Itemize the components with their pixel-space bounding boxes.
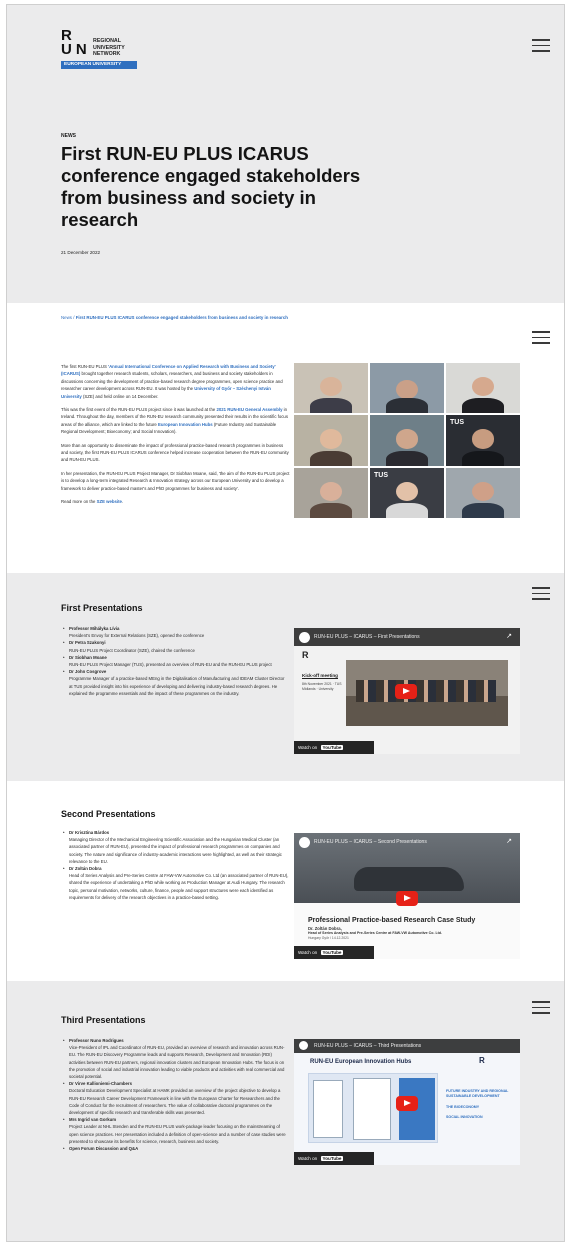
third-presentations-section: Third Presentations Professor Nuno Rodri… <box>7 981 564 1241</box>
tus-label: TUS <box>374 471 388 479</box>
list-item: Dr Krisztina BárdosManaging Director of … <box>61 829 289 865</box>
share-icon[interactable]: ↗ <box>506 632 512 640</box>
run-eu-logo[interactable]: R UN REGIONAL UNIVERSITY NETWORK EUROPEA… <box>61 27 137 69</box>
list-item: Dr Zoltán DobraHead of Series Analysis a… <box>61 865 289 901</box>
channel-avatar[interactable] <box>299 632 310 643</box>
watch-on-youtube[interactable]: Watch on YouTube <box>294 946 374 959</box>
participant-tile: TUS <box>446 415 520 466</box>
article-category: NEWS <box>61 133 76 139</box>
participant-tile <box>294 415 368 466</box>
list-item: Professor Mihályka LíviaPresident's Envo… <box>61 625 289 639</box>
logo-wordmark: REGIONAL UNIVERSITY NETWORK <box>93 38 125 57</box>
participant-tile <box>370 363 444 414</box>
video-title[interactable]: RUN-EU PLUS – ICARUS – Third Presentatio… <box>314 1043 421 1049</box>
participant-tile <box>294 467 368 518</box>
share-icon[interactable]: ↗ <box>506 837 512 845</box>
slide-title: RUN-EU European Innovation Hubs <box>310 1059 412 1065</box>
section-title: Third Presentations <box>61 1015 146 1025</box>
breadcrumb-current: First RUN-EU PLUS ICARUS conference enga… <box>75 315 288 320</box>
section-title: Second Presentations <box>61 809 156 819</box>
play-button[interactable] <box>395 684 417 699</box>
video-embed[interactable]: RUN-EU PLUS – ICARUS – Second Presentati… <box>294 833 520 959</box>
paragraph: This was the first event of the RUN-EU P… <box>61 407 288 435</box>
breadcrumb: News / First RUN-EU PLUS ICARUS conferen… <box>61 315 288 320</box>
paragraph: In her presentation, the RUN-EU PLUS Pro… <box>61 470 290 491</box>
case-study-title: Professional Practice-based Research Cas… <box>308 917 476 924</box>
video-title[interactable]: RUN-EU PLUS – ICARUS – Second Presentati… <box>314 839 427 845</box>
watch-on-youtube[interactable]: Watch on YouTube <box>294 1152 374 1165</box>
participant-tile <box>446 467 520 518</box>
list-item: Dr Petra SzakonyiRUN-EU PLUS Project Coo… <box>61 639 289 653</box>
channel-avatar[interactable] <box>299 1041 308 1050</box>
play-button[interactable] <box>396 1096 418 1111</box>
participant-tile <box>370 415 444 466</box>
conference-screenshot: TUS TUS <box>294 363 520 518</box>
slide-logo: R <box>479 1056 485 1065</box>
case-study-date: Hungary Győr / 14.12.2021 <box>308 936 349 940</box>
hub-bioeconomy: THE BIOECONOMY <box>446 1105 480 1109</box>
speaker-list: Professor Mihályka LíviaPresident's Envo… <box>61 625 289 697</box>
hamburger-icon[interactable] <box>532 1001 550 1014</box>
article-date: 21 December 2022 <box>61 250 101 255</box>
logo-letters: R UN <box>61 27 91 58</box>
list-item: Dr Virve Kallioniemi-ChambersDoctoral Ed… <box>61 1080 289 1116</box>
video-embed[interactable]: RUN-EU PLUS – ICARUS – First Presentatio… <box>294 628 520 754</box>
paragraph: More than an opportunity to disseminate … <box>61 442 289 463</box>
kickoff-subtitle: 8th November 2021 · TUS Midlands · Unive… <box>302 682 342 691</box>
watch-on-youtube[interactable]: Watch on YouTube <box>294 741 374 754</box>
sze-website-link[interactable]: SZE website <box>97 499 122 504</box>
participant-tile <box>294 363 368 414</box>
hamburger-icon[interactable] <box>532 331 550 344</box>
breadcrumb-home-link[interactable]: News <box>61 315 72 320</box>
video-embed[interactable]: RUN-EU PLUS – ICARUS – Third Presentatio… <box>294 1039 520 1165</box>
article-body: The first RUN-EU PLUS 'Annual Internatio… <box>61 363 291 512</box>
speaker-list: Professor Nuno RodriguesVice-President o… <box>61 1037 289 1152</box>
section-title: First Presentations <box>61 603 143 613</box>
page: R UN REGIONAL UNIVERSITY NETWORK EUROPEA… <box>6 4 565 1242</box>
logo-tagline: EUROPEAN UNIVERSITY <box>61 60 137 69</box>
list-item: Dr Siobhan MoaneRUN-EU PLUS Project Mana… <box>61 654 289 668</box>
list-item: Dr John CosgroveProgramme Manager of a p… <box>61 668 289 697</box>
participant-tile <box>446 363 520 414</box>
paragraph: The first RUN-EU PLUS 'Annual Internatio… <box>61 364 283 399</box>
paragraph: Read more on the SZE website. <box>61 499 124 505</box>
hub-future-industry: FUTURE INDUSTRY AND REGIONAL SUSTAINABLE… <box>446 1089 509 1098</box>
list-item: Mrs Ingrid van GorkumProject Leader at N… <box>61 1116 289 1145</box>
video-logo: R <box>302 650 309 660</box>
list-item: Open Forum Discussion and Q&A <box>61 1145 289 1152</box>
participant-tile: TUS <box>370 467 444 518</box>
channel-avatar[interactable] <box>299 837 310 848</box>
list-item: Professor Nuno RodriguesVice-President o… <box>61 1037 289 1080</box>
hamburger-icon[interactable] <box>532 39 550 52</box>
kickoff-heading: Kick-off meeting <box>302 673 338 678</box>
hamburger-icon[interactable] <box>532 587 550 600</box>
group-photo <box>346 660 508 726</box>
intro-section: News / First RUN-EU PLUS ICARUS conferen… <box>7 303 564 573</box>
second-presentations-section: Second Presentations Dr Krisztina Bárdos… <box>7 781 564 981</box>
speaker-list: Dr Krisztina BárdosManaging Director of … <box>61 829 289 901</box>
first-presentations-section: First Presentations Professor Mihályka L… <box>7 573 564 781</box>
tus-label: TUS <box>450 419 464 427</box>
hub-social-innovation: SOCIAL INNOVATION <box>446 1115 483 1119</box>
hub-diagram <box>308 1073 438 1143</box>
hero-section: R UN REGIONAL UNIVERSITY NETWORK EUROPEA… <box>7 5 564 303</box>
play-button[interactable] <box>396 891 418 906</box>
video-title[interactable]: RUN-EU PLUS – ICARUS – First Presentatio… <box>314 634 420 640</box>
page-title: First RUN-EU PLUS ICARUS conference enga… <box>61 143 361 230</box>
innovation-hubs-link[interactable]: European Innovation Hubs <box>158 422 213 427</box>
general-assembly-link[interactable]: 2021 RUN-EU General Assembly <box>216 407 282 412</box>
